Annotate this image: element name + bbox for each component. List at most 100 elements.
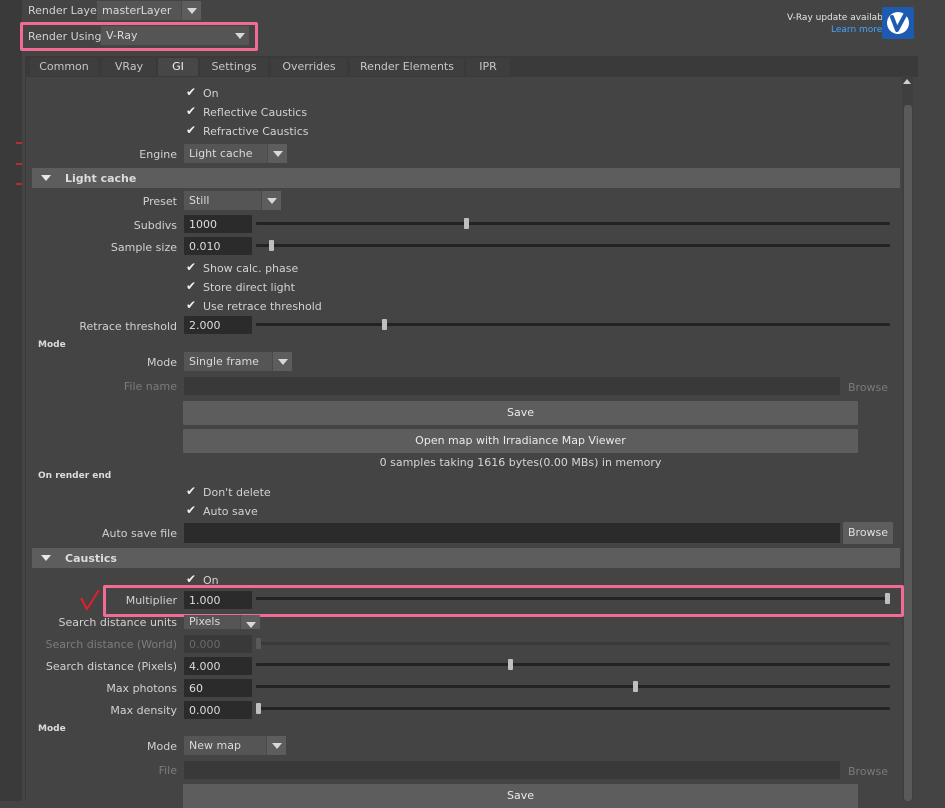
sample-size-slider-handle[interactable] bbox=[268, 240, 274, 251]
checkbox-store-direct-light[interactable]: ✔ bbox=[186, 280, 198, 292]
light-cache-save-button[interactable]: Save bbox=[183, 401, 858, 425]
max-density-label: Max density bbox=[110, 704, 177, 717]
open-irradiance-map-viewer-button[interactable]: Open map with Irradiance Map Viewer bbox=[183, 429, 858, 453]
use-retrace-threshold-label: Use retrace threshold bbox=[203, 300, 322, 313]
light-cache-title: Light cache bbox=[65, 172, 137, 185]
dont-delete-label: Don't delete bbox=[203, 486, 271, 499]
caustics-file-browse-button: Browse bbox=[848, 765, 889, 778]
subdivs-slider-handle[interactable] bbox=[463, 218, 469, 229]
on-render-end-subheader: On render end bbox=[38, 471, 112, 481]
collapse-triangle-icon bbox=[41, 175, 51, 181]
light-cache-section-header[interactable]: Light cache bbox=[32, 168, 900, 188]
search-distance-world-slider-handle bbox=[256, 638, 261, 649]
checkbox-reflective-caustics[interactable]: ✔ bbox=[186, 105, 198, 117]
subdivs-label: Subdivs bbox=[133, 219, 177, 232]
mode-subheader: Mode bbox=[38, 340, 66, 350]
search-distance-pixels-field[interactable]: 4.000 bbox=[184, 657, 252, 675]
annotation-tick bbox=[16, 163, 22, 165]
search-distance-world-slider-track bbox=[256, 642, 890, 645]
search-distance-pixels-slider-track[interactable] bbox=[256, 663, 890, 666]
collapse-triangle-icon bbox=[41, 555, 51, 561]
annotation-tick bbox=[16, 142, 22, 144]
auto-save-file-field[interactable] bbox=[184, 523, 840, 543]
tab-common[interactable]: Common bbox=[30, 58, 98, 76]
checkbox-auto-save[interactable]: ✔ bbox=[186, 504, 198, 516]
tab-ipr[interactable]: IPR bbox=[466, 58, 510, 76]
preset-label: Preset bbox=[142, 195, 177, 208]
mode-dropdown[interactable]: Single frame bbox=[184, 352, 292, 371]
on-label: On bbox=[203, 87, 219, 100]
caustics-save-button[interactable]: Save bbox=[183, 784, 858, 808]
sample-size-field[interactable]: 0.010 bbox=[184, 237, 252, 255]
annotation-tick bbox=[16, 183, 22, 185]
tab-gi[interactable]: GI bbox=[158, 58, 198, 76]
caustics-mode-subheader: Mode bbox=[38, 724, 66, 734]
max-photons-label: Max photons bbox=[106, 682, 177, 695]
refractive-caustics-label: Refractive Caustics bbox=[203, 125, 309, 138]
retrace-threshold-slider-track[interactable] bbox=[256, 323, 890, 326]
reflective-caustics-label: Reflective Caustics bbox=[203, 106, 308, 119]
checkbox-dont-delete[interactable]: ✔ bbox=[186, 485, 198, 497]
sample-size-slider-track[interactable] bbox=[256, 244, 890, 247]
file-name-label: File name bbox=[123, 380, 177, 393]
show-calc-phase-label: Show calc. phase bbox=[203, 262, 299, 275]
retrace-threshold-slider-handle[interactable] bbox=[381, 319, 387, 330]
retrace-threshold-label: Retrace threshold bbox=[79, 320, 177, 333]
auto-save-file-label: Auto save file bbox=[101, 527, 177, 540]
file-name-browse-button: Browse bbox=[848, 381, 889, 394]
memory-status: 0 samples taking 1616 bytes(0.00 MBs) in… bbox=[379, 456, 662, 469]
max-density-slider-handle[interactable] bbox=[256, 703, 261, 714]
render-layer-value: masterLayer bbox=[102, 4, 172, 17]
store-direct-light-label: Store direct light bbox=[203, 281, 295, 294]
preset-value: Still bbox=[189, 194, 210, 207]
subdivs-slider-track[interactable] bbox=[256, 222, 890, 225]
update-title: V-Ray update available bbox=[787, 13, 891, 23]
search-distance-pixels-slider-handle[interactable] bbox=[507, 659, 513, 670]
engine-dropdown[interactable]: Light cache bbox=[184, 144, 287, 163]
caustics-mode-value: New map bbox=[189, 739, 241, 752]
checkbox-caustics-on[interactable]: ✔ bbox=[186, 573, 198, 585]
checkbox-on[interactable]: ✔ bbox=[186, 86, 198, 98]
search-distance-units-dropdown[interactable]: Pixels bbox=[184, 615, 260, 629]
chevron-down-icon bbox=[266, 736, 286, 755]
max-photons-slider-track[interactable] bbox=[256, 685, 890, 688]
search-distance-pixels-label: Search distance (Pixels) bbox=[45, 660, 177, 673]
red-checkmark-annotation bbox=[80, 589, 100, 611]
max-density-field[interactable]: 0.000 bbox=[184, 701, 252, 719]
render-layer-dropdown[interactable]: masterLayer bbox=[97, 1, 201, 20]
caustics-section-header[interactable]: Caustics bbox=[32, 548, 900, 568]
chevron-down-icon bbox=[272, 352, 292, 371]
max-density-slider-track[interactable] bbox=[256, 707, 890, 710]
chevron-down-icon bbox=[261, 191, 281, 210]
subdivs-field[interactable]: 1000 bbox=[184, 215, 252, 233]
sample-size-label: Sample size bbox=[110, 241, 177, 254]
mode-value: Single frame bbox=[189, 355, 259, 368]
search-distance-world-label: Search distance (World) bbox=[45, 638, 177, 651]
checkbox-use-retrace-threshold[interactable]: ✔ bbox=[186, 299, 198, 311]
scroll-up-icon[interactable] bbox=[903, 79, 911, 84]
preset-dropdown[interactable]: Still bbox=[184, 191, 281, 210]
search-distance-units-label: Search distance units bbox=[58, 616, 177, 629]
tab-render-elements[interactable]: Render Elements bbox=[350, 58, 464, 76]
chevron-down-icon bbox=[181, 1, 201, 20]
chevron-down-icon bbox=[267, 144, 287, 163]
scrollbar-thumb[interactable] bbox=[904, 105, 912, 801]
chevron-down-icon bbox=[240, 615, 260, 629]
max-photons-slider-handle[interactable] bbox=[633, 681, 639, 692]
caustics-title: Caustics bbox=[65, 552, 117, 565]
max-photons-field[interactable]: 60 bbox=[184, 679, 252, 697]
file-name-field bbox=[184, 377, 840, 395]
learn-more-link[interactable]: Learn more bbox=[831, 25, 882, 35]
engine-label: Engine bbox=[139, 148, 177, 161]
tab-overrides[interactable]: Overrides bbox=[271, 58, 347, 76]
retrace-threshold-field[interactable]: 2.000 bbox=[184, 316, 252, 334]
multiplier-highlight bbox=[103, 585, 904, 617]
render-layer-label: Render Layer bbox=[28, 4, 102, 17]
auto-save-file-browse-button[interactable]: Browse bbox=[843, 522, 894, 544]
checkbox-show-calc-phase[interactable]: ✔ bbox=[186, 261, 198, 273]
tab-vray[interactable]: VRay bbox=[102, 58, 156, 76]
checkbox-refractive-caustics[interactable]: ✔ bbox=[186, 124, 198, 136]
tab-settings[interactable]: Settings bbox=[200, 58, 268, 76]
caustics-mode-dropdown[interactable]: New map bbox=[184, 736, 286, 755]
engine-value: Light cache bbox=[189, 147, 253, 160]
